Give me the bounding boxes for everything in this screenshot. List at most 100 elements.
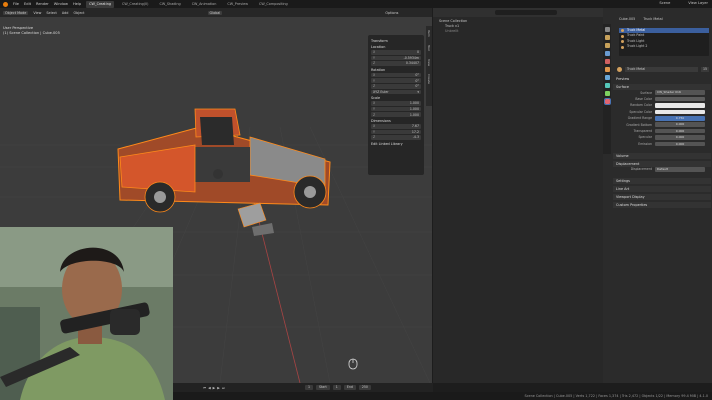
next-keyframe-icon[interactable]: ▶	[217, 386, 220, 390]
transform-header[interactable]: Transform	[371, 39, 421, 43]
n-tab-tool[interactable]: Tool	[427, 45, 431, 51]
scale-x-field[interactable]: X 1.000	[371, 101, 421, 106]
property-row: Emission 0.000	[613, 141, 711, 147]
rotation-mode-dropdown[interactable]: XYZ Euler ▾	[371, 89, 421, 95]
object-tab-icon[interactable]	[604, 67, 610, 72]
material-tab-icon[interactable]	[603, 98, 611, 105]
menu-help[interactable]: Help	[73, 2, 81, 6]
truck-model[interactable]	[117, 108, 331, 213]
base-color-swatch[interactable]	[655, 96, 705, 102]
menu-window[interactable]: Window	[54, 2, 68, 6]
displacement-field[interactable]: Default	[655, 166, 705, 172]
rotation-x-field[interactable]: X 0°	[371, 72, 421, 78]
property-row: Gradient Bottom 0.000	[613, 122, 711, 127]
viewport-display-section-header[interactable]: Viewport Display	[613, 193, 711, 200]
view-collection-label: (1) Scene Collection | Cube.005	[3, 31, 60, 35]
location-z-field[interactable]: Z 0.34407	[371, 61, 421, 66]
menu-render[interactable]: Render	[36, 2, 49, 6]
transparent-field[interactable]: 0.000	[655, 128, 705, 134]
timeline-bar: ⏮ ◀ ▶ ▶ ⏭ 1 Start 1 End 250	[173, 383, 433, 392]
material-sections: Preview Surface Surface CW_Shader 016 Ba…	[613, 76, 711, 208]
settings-section-header[interactable]: Settings	[613, 177, 711, 184]
tab-workspace-creating-2[interactable]: CW_Creating(II)	[119, 1, 151, 8]
tab-workspace-compositing[interactable]: CW_Compositing	[256, 1, 291, 8]
viewport-menu-view[interactable]: View	[33, 11, 41, 15]
line-art-section-header[interactable]: Line Art	[613, 185, 711, 192]
end-frame-field[interactable]: 250	[358, 385, 371, 390]
selected-cube-object[interactable]	[237, 202, 274, 236]
render-tab-icon[interactable]	[604, 35, 610, 40]
rotation-z-field[interactable]: Z 0°	[371, 83, 421, 89]
object-mode-dropdown[interactable]: Object Mode	[3, 10, 29, 15]
jump-end-icon[interactable]: ⏭	[222, 386, 225, 390]
menu-file[interactable]: File	[13, 2, 19, 6]
outliner-item-unbrellt[interactable]: Unbrellt	[439, 29, 467, 34]
viewport-menu-add[interactable]: Add	[62, 11, 69, 15]
physics-tab-icon[interactable]	[604, 83, 610, 88]
volume-section-header[interactable]: Volume	[613, 152, 711, 159]
material-slot-list[interactable]: Truck Metal Truck Paint Truck Light Truc…	[619, 28, 709, 56]
scene-selector[interactable]: Scene	[659, 1, 670, 5]
viewport-menu-object[interactable]: Object	[73, 11, 84, 15]
tab-workspace-preview[interactable]: CW_Preview	[224, 1, 251, 8]
start-frame-field[interactable]: 1	[332, 385, 341, 390]
outliner-search-input[interactable]	[495, 10, 557, 15]
scene-tab-icon[interactable]	[604, 51, 610, 56]
breadcrumb-object: Cube.005	[619, 17, 636, 21]
dimensions-y-field[interactable]: Y 17.2	[371, 129, 421, 135]
material-selector[interactable]: Truck Metal 15	[617, 66, 709, 72]
material-sphere-icon	[617, 66, 622, 72]
properties-breadcrumb: Cube.005 Truck Metal	[619, 17, 663, 21]
material-properties: Cube.005 Truck Metal Truck Metal Truck P…	[613, 8, 711, 383]
prev-keyframe-icon[interactable]: ◀	[208, 386, 211, 390]
gradient-range-slider[interactable]: 0.750	[655, 115, 705, 121]
location-y-field[interactable]: Y -0.5934m	[371, 55, 421, 61]
tab-workspace-animation[interactable]: CW_Animation	[189, 1, 220, 8]
n-tab-item[interactable]: Item	[427, 30, 431, 37]
play-icon[interactable]: ▶	[213, 386, 216, 390]
material-slot[interactable]: Truck Light 2	[619, 44, 709, 49]
preview-section-header[interactable]: Preview	[613, 76, 711, 82]
viewport-menu-select[interactable]: Select	[46, 11, 56, 15]
n-panel-tabs: Item Tool View Create	[426, 26, 432, 106]
tab-workspace-creating[interactable]: CW_Creating	[86, 0, 114, 8]
material-user-count[interactable]: 15	[700, 66, 709, 72]
menu-edit[interactable]: Edit	[24, 2, 31, 6]
surface-shader-field[interactable]: CW_Shader 016	[655, 90, 705, 95]
rotation-y-field[interactable]: Y 0°	[371, 78, 421, 83]
dimensions-x-field[interactable]: X 7.67	[371, 123, 421, 129]
random-color-swatch[interactable]	[655, 103, 705, 108]
scale-y-field[interactable]: Y 1.000	[371, 106, 421, 112]
viewport-options-button[interactable]: Options	[385, 11, 398, 15]
output-tab-icon[interactable]	[604, 43, 610, 48]
surface-label: Surface	[640, 90, 652, 95]
emission-field[interactable]: 0.000	[655, 141, 705, 147]
chevron-down-icon: ▾	[417, 89, 419, 94]
edit-linked-library-toggle[interactable]: Edit Linked Library	[371, 142, 421, 146]
gradient-bottom-field[interactable]: 0.000	[655, 122, 705, 127]
custom-properties-section-header[interactable]: Custom Properties	[613, 201, 711, 208]
world-tab-icon[interactable]	[604, 59, 610, 64]
orientation-dropdown[interactable]: Global	[207, 10, 223, 15]
blender-logo-icon[interactable]	[3, 1, 8, 7]
data-tab-icon[interactable]	[604, 91, 610, 96]
material-name-field[interactable]: Truck Metal	[625, 66, 698, 72]
scale-z-field[interactable]: Z 1.000	[371, 112, 421, 117]
tab-workspace-shading[interactable]: CW_Shading	[156, 1, 183, 8]
mouse-icon	[348, 358, 358, 370]
n-tab-create[interactable]: Create	[427, 74, 431, 84]
location-x-field[interactable]: X0	[371, 50, 421, 55]
jump-start-icon[interactable]: ⏮	[203, 386, 206, 390]
specular-field[interactable]: 0.000	[655, 135, 705, 140]
view-layer-selector[interactable]: View Layer	[688, 1, 708, 5]
scale-label: Scale	[371, 96, 381, 101]
dimensions-z-field[interactable]: Z -4.3	[371, 135, 421, 140]
modifier-tab-icon[interactable]	[604, 75, 610, 80]
tool-tab-icon[interactable]	[604, 27, 610, 32]
n-tab-view[interactable]: View	[427, 59, 431, 66]
property-row: Transparent 0.000	[613, 128, 711, 134]
webcam-overlay	[0, 227, 173, 400]
specular-color-swatch[interactable]	[655, 109, 705, 115]
property-row: Specular 0.000	[613, 135, 711, 140]
current-frame-field[interactable]: 1	[304, 385, 313, 390]
